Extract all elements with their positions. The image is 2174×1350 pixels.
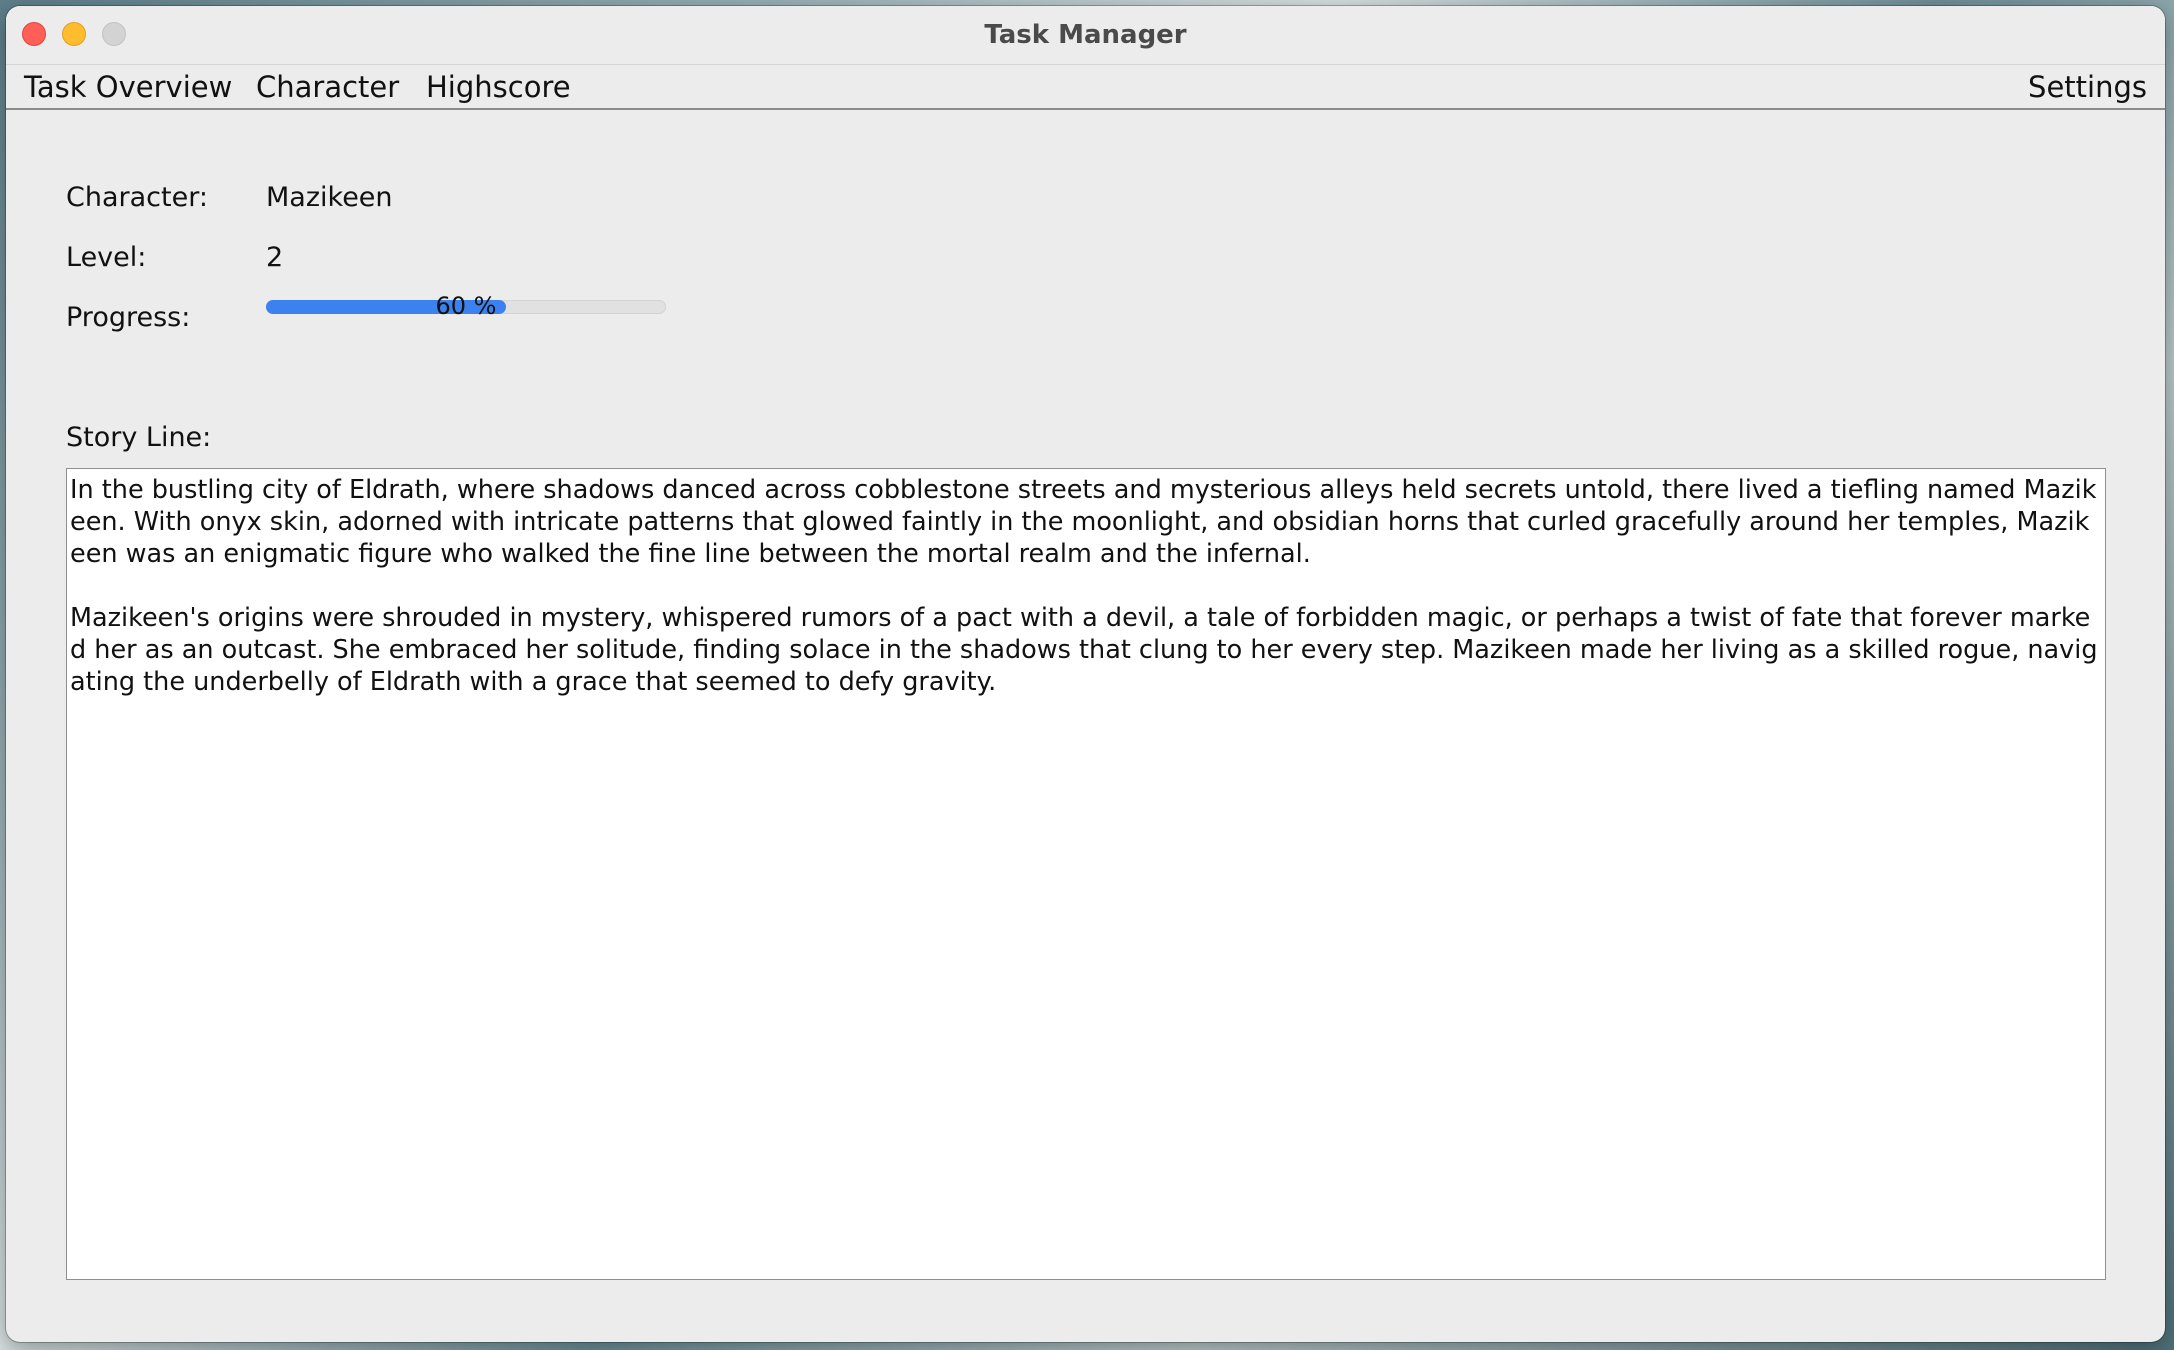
progress-bar: 60 % <box>266 292 666 320</box>
close-window-button[interactable] <box>22 22 46 46</box>
menu-character[interactable]: Character <box>256 65 399 109</box>
maximize-window-button[interactable] <box>102 22 126 46</box>
story-line-label: Story Line: <box>66 422 212 453</box>
minimize-window-button[interactable] <box>62 22 86 46</box>
level-label: Level: <box>66 242 147 273</box>
progress-text: 60 % <box>435 292 497 320</box>
menu-task-overview[interactable]: Task Overview <box>24 65 232 109</box>
progress-label: Progress: <box>66 302 191 333</box>
story-text-area[interactable]: In the bustling city of Eldrath, where s… <box>66 468 2106 1280</box>
window-title: Task Manager <box>984 20 1187 50</box>
character-name: Mazikeen <box>266 182 393 213</box>
title-bar[interactable]: Task Manager <box>6 6 2165 64</box>
level-value: 2 <box>266 242 284 273</box>
menu-bar: Task Overview Character Highscore Settin… <box>6 64 2165 110</box>
menu-highscore[interactable]: Highscore <box>426 65 571 109</box>
menu-settings[interactable]: Settings <box>2028 65 2147 109</box>
app-window: Task Manager Task Overview Character Hig… <box>6 6 2165 1342</box>
character-label: Character: <box>66 182 208 213</box>
